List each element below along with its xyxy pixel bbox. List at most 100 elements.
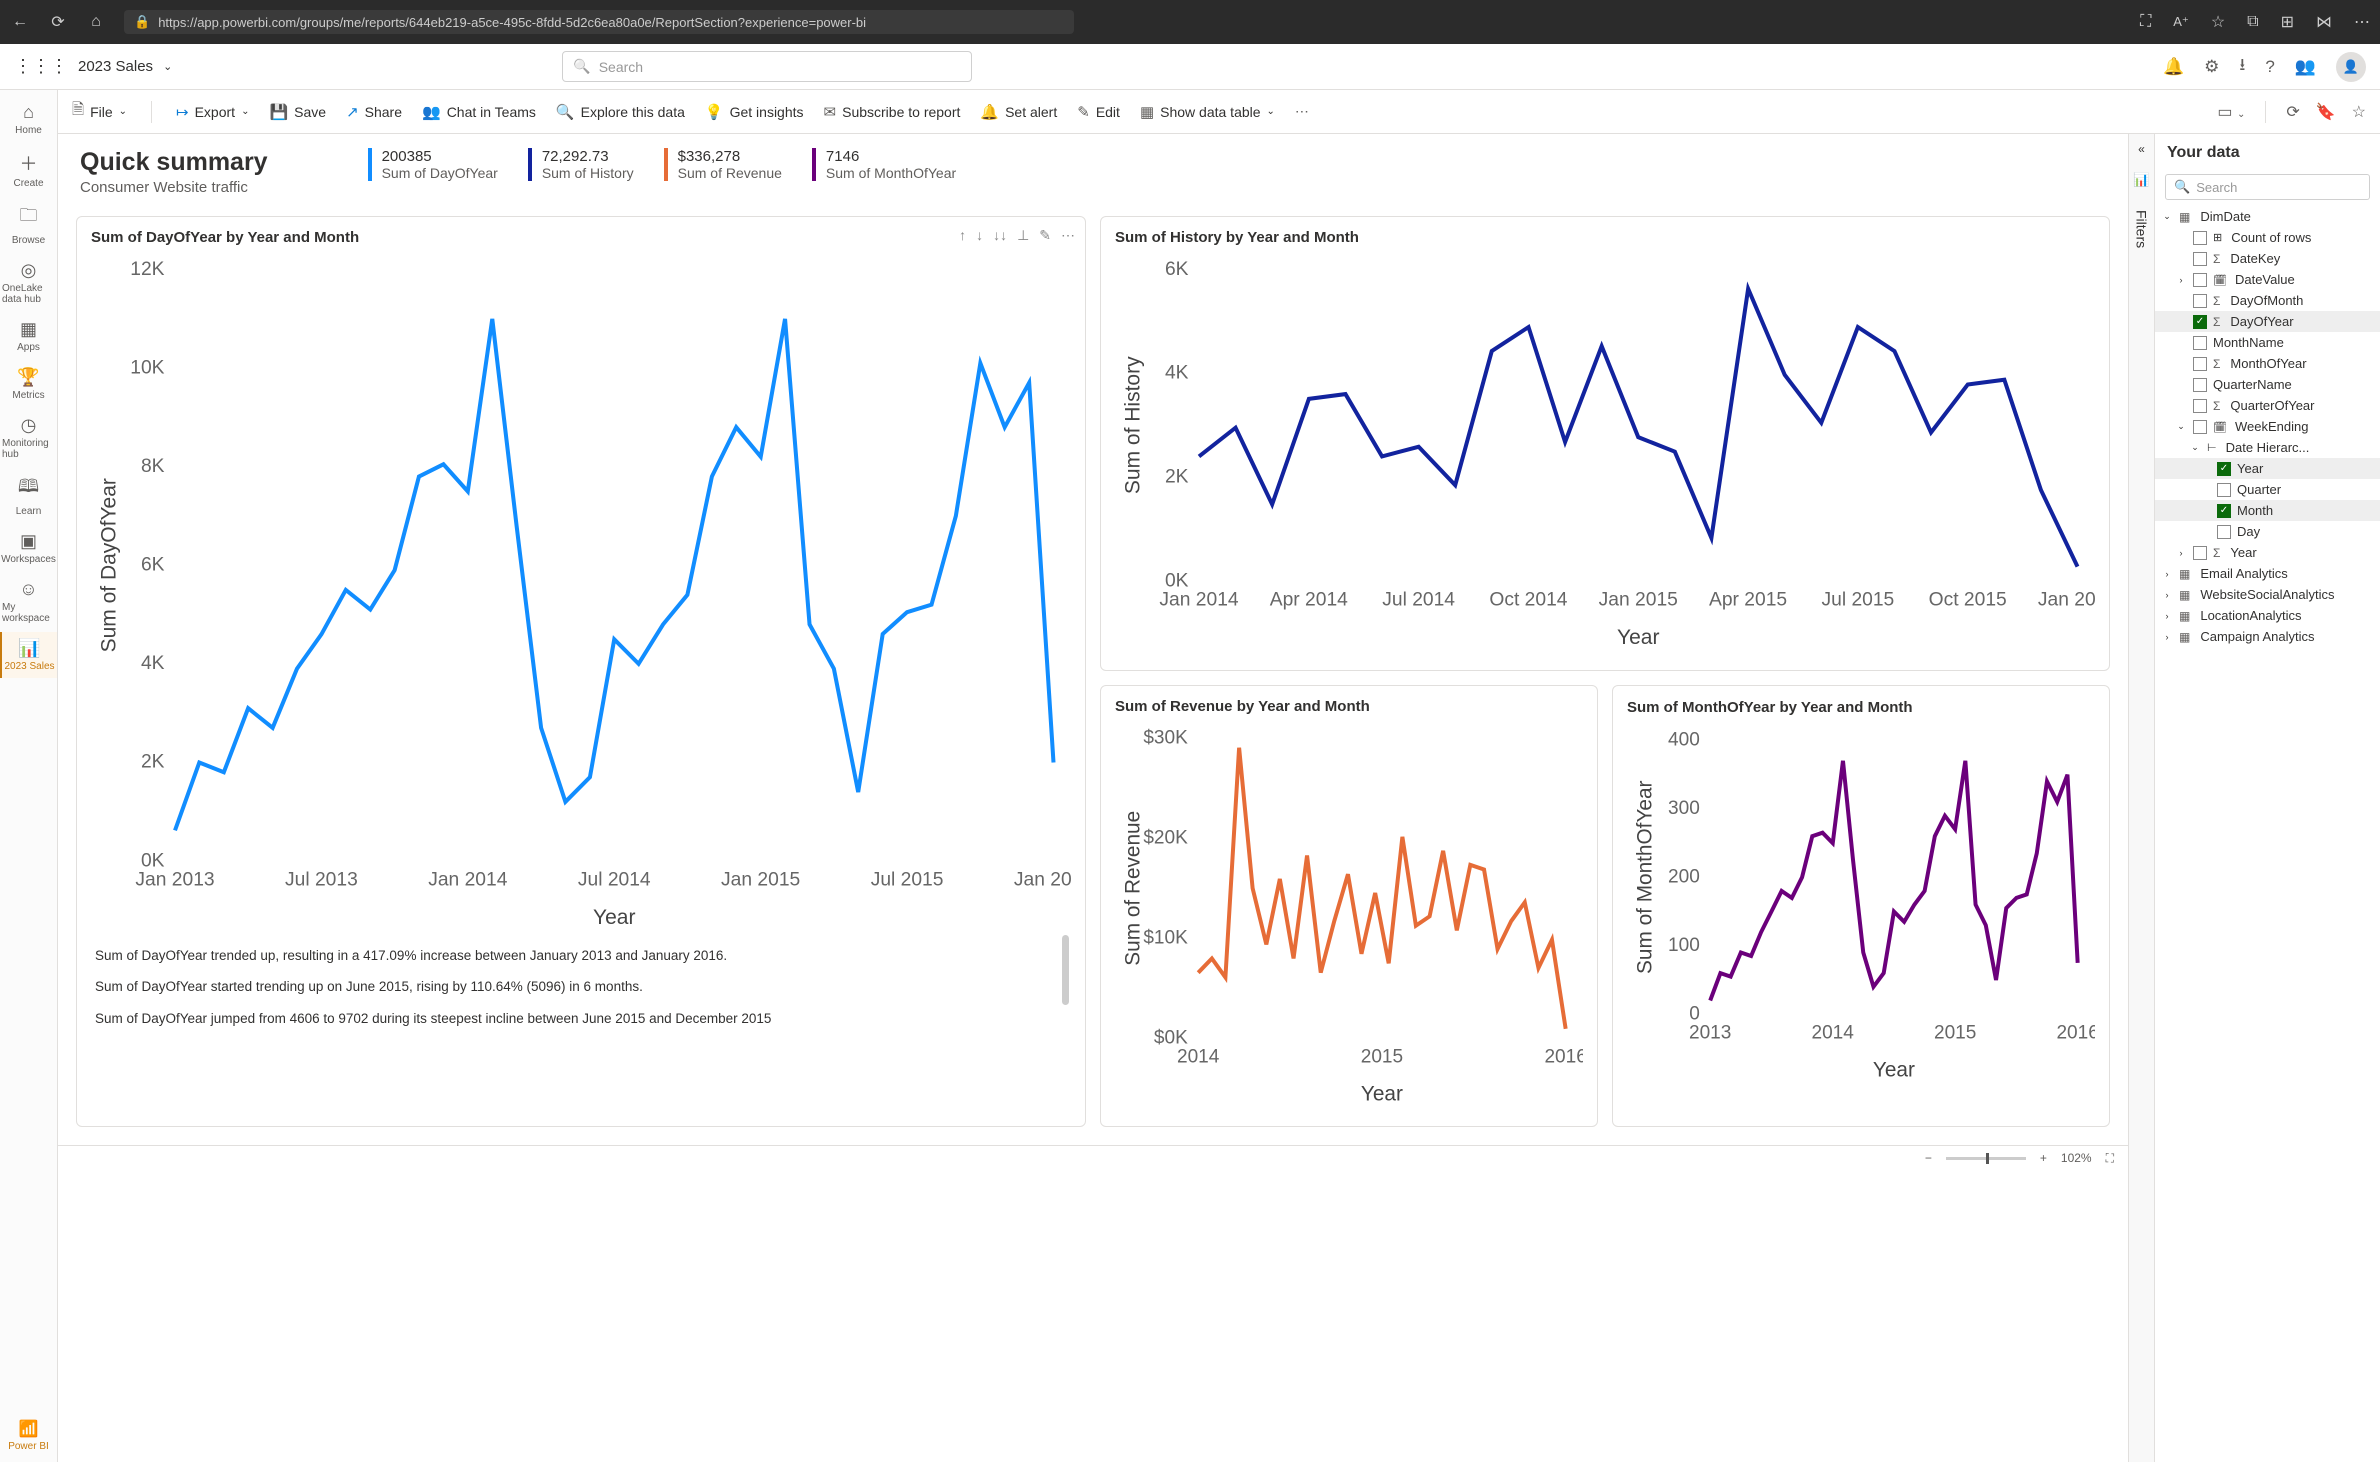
field-row[interactable]: Day [2155, 521, 2380, 542]
nav-item[interactable]: ☺My workspace [0, 573, 57, 630]
field-row[interactable]: ✓DayOfYear [2155, 311, 2380, 332]
file-menu[interactable]: 🗎File ⌄ [72, 99, 127, 124]
people-icon[interactable]: 👥 [2295, 57, 2316, 77]
field-row[interactable]: ✓Year [2155, 458, 2380, 479]
extensions-icon[interactable]: ⊞ [2281, 12, 2294, 32]
download-icon[interactable]: ⭳ [2239, 52, 2245, 81]
nav-item[interactable]: ◷Monitoring hub [0, 409, 57, 466]
field-row[interactable]: DateKey [2155, 248, 2380, 269]
zoom-in-icon[interactable]: + [2040, 1151, 2047, 1165]
edit-button[interactable]: ✎Edit [1077, 103, 1120, 121]
scrollbar[interactable] [1062, 935, 1069, 1005]
export-button[interactable]: ↦Export ⌄ [176, 103, 249, 121]
read-icon[interactable]: A⁺ [2173, 14, 2189, 30]
checkbox[interactable] [2193, 357, 2207, 371]
bookmark-icon[interactable]: 🔖 [2316, 102, 2336, 122]
field-row[interactable]: ⌄WeekEnding [2155, 416, 2380, 437]
field-row[interactable]: ✓Month [2155, 500, 2380, 521]
checkbox[interactable] [2193, 294, 2207, 308]
field-row[interactable]: ›DateValue [2155, 269, 2380, 290]
help-icon[interactable]: ? [2265, 57, 2274, 77]
checkbox[interactable] [2193, 420, 2207, 434]
checkbox[interactable] [2193, 546, 2207, 560]
bell-icon[interactable]: 🔔 [2163, 57, 2184, 77]
chart-history[interactable]: Sum of History by Year and Month 0K2K4K6… [1100, 216, 2110, 671]
data-search-input[interactable]: 🔍 Search [2165, 174, 2370, 200]
nav-item[interactable]: ▦Apps [0, 313, 57, 359]
field-row[interactable]: QuarterOfYear [2155, 395, 2380, 416]
field-row[interactable]: ⌄⊢Date Hierarc... [2155, 437, 2380, 458]
field-row[interactable]: ›Campaign Analytics [2155, 626, 2380, 647]
refresh-icon[interactable]: ⟳ [48, 12, 68, 32]
subscribe-button[interactable]: ✉Subscribe to report [824, 103, 961, 121]
checkbox[interactable] [2193, 252, 2207, 266]
expand-icon[interactable]: « [2138, 142, 2145, 156]
field-row[interactable]: Quarter [2155, 479, 2380, 500]
view-mode-icon[interactable]: ▭ ⌄ [2217, 102, 2245, 122]
data-table-button[interactable]: ▦Show data table ⌄ [1140, 103, 1275, 121]
field-row[interactable]: DayOfMonth [2155, 290, 2380, 311]
waffle-icon[interactable]: ⋮⋮⋮ [14, 56, 68, 77]
alert-button[interactable]: 🔔Set alert [980, 103, 1057, 121]
chart-revenue[interactable]: Sum of Revenue by Year and Month $0K$10K… [1100, 685, 1598, 1127]
drill-up-icon[interactable]: ↑ [959, 227, 966, 244]
more-icon[interactable]: ⋯ [2354, 12, 2370, 32]
checkbox[interactable] [2193, 399, 2207, 413]
gear-icon[interactable]: ⚙ [2204, 57, 2219, 77]
avatar[interactable]: 👤 [2336, 52, 2366, 82]
chart-monthofyear[interactable]: Sum of MonthOfYear by Year and Month 010… [1612, 685, 2110, 1127]
checkbox[interactable] [2193, 336, 2207, 350]
hierarchy-icon[interactable]: ⊥ [1017, 227, 1029, 244]
copilot-icon[interactable]: ⋈ [2316, 12, 2332, 32]
insights-button[interactable]: 💡Get insights [705, 103, 804, 121]
more-icon[interactable]: ⋯ [1295, 103, 1309, 120]
checkbox[interactable] [2193, 231, 2207, 245]
nav-item[interactable]: 🗀Browse [0, 197, 57, 252]
checkbox[interactable] [2217, 525, 2231, 539]
field-row[interactable]: ⌄DimDate [2155, 206, 2380, 227]
field-row[interactable]: QuarterName [2155, 374, 2380, 395]
field-row[interactable]: ›LocationAnalytics [2155, 605, 2380, 626]
field-row[interactable]: ⊞Count of rows [2155, 227, 2380, 248]
nav-item[interactable]: ▣Workspaces [0, 525, 57, 571]
nav-item[interactable]: ⌂Home [0, 96, 57, 142]
report-title[interactable]: 2023 Sales [78, 58, 153, 75]
field-row[interactable]: ›WebsiteSocialAnalytics [2155, 584, 2380, 605]
screenshot-icon[interactable]: ⛶ [2140, 13, 2151, 31]
field-row[interactable]: MonthOfYear [2155, 353, 2380, 374]
zoom-out-icon[interactable]: − [1925, 1151, 1932, 1165]
share-button[interactable]: ↗Share [346, 103, 402, 121]
fit-icon[interactable]: ⛶ [2106, 1151, 2114, 1166]
visualizations-icon[interactable]: 📊 [2133, 172, 2149, 188]
checkbox[interactable]: ✓ [2193, 315, 2207, 329]
field-row[interactable]: MonthName [2155, 332, 2380, 353]
brush-icon[interactable]: ✎ [1039, 227, 1051, 244]
checkbox[interactable]: ✓ [2217, 504, 2231, 518]
chevron-down-icon[interactable]: ⌄ [163, 60, 172, 73]
filters-pane-collapsed[interactable]: « 📊 Filters [2128, 134, 2154, 1462]
chat-teams-button[interactable]: 👥Chat in Teams [422, 103, 536, 121]
drill-down-icon[interactable]: ↓ [976, 227, 983, 244]
url-bar[interactable]: 🔒 https://app.powerbi.com/groups/me/repo… [124, 10, 1074, 34]
chart-dayofyear[interactable]: Sum of DayOfYear by Year and Month ↑ ↓ ↓… [76, 216, 1086, 1127]
collections-icon[interactable]: ⧉ [2247, 13, 2258, 31]
checkbox[interactable] [2193, 378, 2207, 392]
nav-item[interactable]: ＋Create [0, 144, 57, 195]
field-row[interactable]: ›Email Analytics [2155, 563, 2380, 584]
field-row[interactable]: ›Year [2155, 542, 2380, 563]
checkbox[interactable]: ✓ [2217, 462, 2231, 476]
nav-item[interactable]: 🕮Learn [0, 468, 57, 523]
reset-icon[interactable]: ⟳ [2286, 102, 2299, 122]
checkbox[interactable] [2217, 483, 2231, 497]
more-icon[interactable]: ⋯ [1061, 227, 1075, 244]
favorite-icon[interactable]: ☆ [2352, 102, 2366, 122]
checkbox[interactable] [2193, 273, 2207, 287]
save-button[interactable]: 💾Save [269, 103, 326, 121]
home-icon[interactable]: ⌂ [86, 12, 106, 32]
explore-button[interactable]: 🔍Explore this data [556, 103, 685, 121]
star-icon[interactable]: ☆ [2211, 12, 2225, 32]
expand-icon[interactable]: ↓↓ [993, 227, 1007, 244]
nav-item-active[interactable]: 📊2023 Sales [0, 632, 57, 678]
nav-item[interactable]: ◎OneLake data hub [0, 254, 57, 311]
search-input[interactable]: Search [562, 51, 972, 82]
